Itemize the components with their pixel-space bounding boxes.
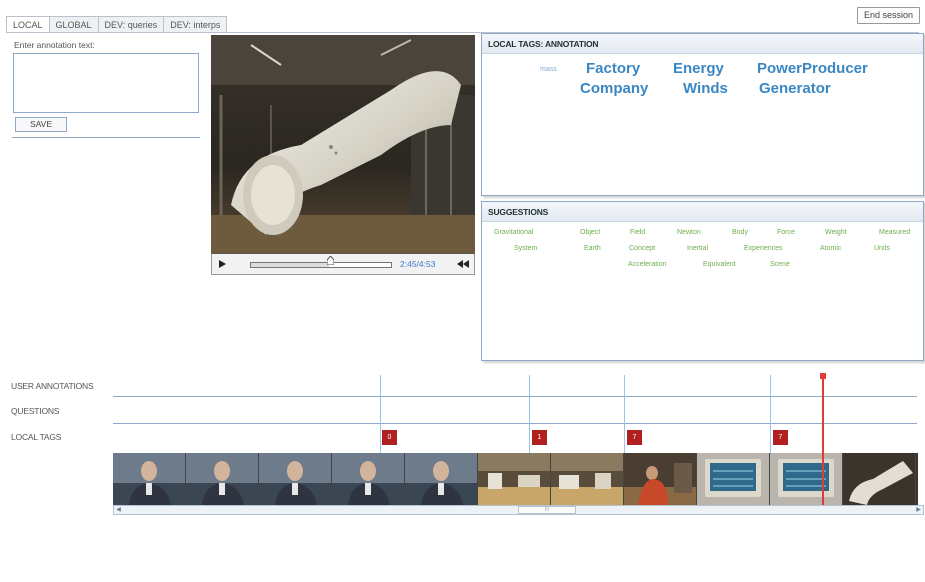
- suggestion-item[interactable]: Earth: [584, 245, 601, 252]
- track-divider: [113, 423, 917, 424]
- seek-bar-fill: [251, 263, 330, 267]
- tag-mass[interactable]: mass: [540, 66, 557, 73]
- suggestion-item[interactable]: Experiences: [744, 245, 783, 252]
- tab-dev-interps[interactable]: DEV: interps: [163, 16, 228, 33]
- tab-global[interactable]: GLOBAL: [48, 16, 99, 33]
- time-readout: 2:45/4:53: [400, 259, 436, 269]
- video-player[interactable]: [211, 35, 475, 253]
- save-button[interactable]: SAVE: [15, 117, 67, 132]
- suggestion-item[interactable]: Object: [580, 229, 600, 236]
- suggestion-item[interactable]: Units: [874, 245, 890, 252]
- seek-handle[interactable]: [326, 256, 334, 265]
- suggestion-item[interactable]: Acceleration: [628, 261, 667, 268]
- tag-energy[interactable]: Energy: [673, 60, 724, 77]
- scrollbar-thumb[interactable]: III: [518, 506, 576, 514]
- end-session-button[interactable]: End session: [857, 7, 920, 24]
- suggestion-item[interactable]: Atomic: [820, 245, 841, 252]
- tag-powerproducer[interactable]: PowerProducer: [757, 60, 868, 77]
- filmstrip-thumbnail[interactable]: [916, 453, 918, 505]
- tag-marker[interactable]: 7: [627, 430, 642, 445]
- tag-generator[interactable]: Generator: [759, 80, 831, 97]
- scroll-left-arrow-icon[interactable]: ◀: [114, 506, 123, 514]
- annotation-input[interactable]: [13, 53, 199, 113]
- suggestion-item[interactable]: Concept: [629, 245, 655, 252]
- scroll-right-arrow-icon[interactable]: ▶: [914, 506, 923, 514]
- filmstrip-thumbnail[interactable]: [186, 453, 259, 505]
- rewind-icon[interactable]: [456, 259, 470, 269]
- suggestion-item[interactable]: Newton: [677, 229, 701, 236]
- filmstrip-thumbnail[interactable]: [697, 453, 770, 505]
- suggestion-item[interactable]: Measured: [879, 229, 910, 236]
- annotation-divider: [12, 137, 200, 138]
- tag-company[interactable]: Company: [580, 80, 648, 97]
- filmstrip-thumbnail[interactable]: [405, 453, 478, 505]
- filmstrip-thumbnail[interactable]: [551, 453, 624, 505]
- tag-factory[interactable]: Factory: [586, 60, 640, 77]
- track-label-local-tags: LOCAL TAGS: [11, 432, 62, 442]
- video-frame-image: [211, 35, 475, 253]
- local-tags-title: LOCAL TAGS: ANNOTATION: [482, 34, 923, 54]
- suggestions-panel: SUGGESTIONS Gravitational Object Field N…: [481, 201, 924, 361]
- local-tags-panel: LOCAL TAGS: ANNOTATION mass Factory Ener…: [481, 33, 924, 196]
- suggestion-item[interactable]: Gravitational: [494, 229, 533, 236]
- filmstrip-thumbnail[interactable]: [113, 453, 186, 505]
- video-controls: 2:45/4:53: [211, 253, 475, 275]
- suggestion-item[interactable]: Scene: [770, 261, 790, 268]
- suggestion-item[interactable]: Equivalent: [703, 261, 736, 268]
- suggestion-item[interactable]: Force: [777, 229, 795, 236]
- filmstrip-thumbnail[interactable]: [843, 453, 916, 505]
- annotation-label: Enter annotation text:: [14, 40, 95, 50]
- track-label-user-annotations: USER ANNOTATIONS: [11, 381, 94, 391]
- track-label-questions: QUESTIONS: [11, 406, 60, 416]
- suggestions-title: SUGGESTIONS: [482, 202, 923, 222]
- track-divider: [113, 396, 917, 397]
- suggestion-item[interactable]: Weight: [825, 229, 847, 236]
- filmstrip-thumbnail[interactable]: [332, 453, 405, 505]
- playhead[interactable]: [822, 375, 824, 505]
- tab-bar: LOCAL GLOBAL DEV: queries DEV: interps: [6, 16, 228, 33]
- tag-marker[interactable]: 1: [532, 430, 547, 445]
- tag-winds[interactable]: Winds: [683, 80, 728, 97]
- filmstrip-thumbnail[interactable]: [624, 453, 697, 505]
- filmstrip-thumbnail[interactable]: [259, 453, 332, 505]
- filmstrip-thumbnail[interactable]: [478, 453, 551, 505]
- tag-marker[interactable]: 7: [773, 430, 788, 445]
- tag-marker[interactable]: 0: [382, 430, 397, 445]
- timeline-scrollbar[interactable]: ◀ III ▶: [113, 505, 924, 515]
- tab-dev-queries[interactable]: DEV: queries: [97, 16, 165, 33]
- suggestion-item[interactable]: Field: [630, 229, 645, 236]
- suggestion-item[interactable]: Inertial: [687, 245, 708, 252]
- play-icon[interactable]: [217, 259, 227, 269]
- suggestion-item[interactable]: System: [514, 245, 537, 252]
- tab-local[interactable]: LOCAL: [6, 16, 50, 33]
- seek-bar[interactable]: [250, 262, 392, 268]
- filmstrip-thumbnail[interactable]: [770, 453, 843, 505]
- suggestion-item[interactable]: Body: [732, 229, 748, 236]
- filmstrip[interactable]: [113, 453, 918, 505]
